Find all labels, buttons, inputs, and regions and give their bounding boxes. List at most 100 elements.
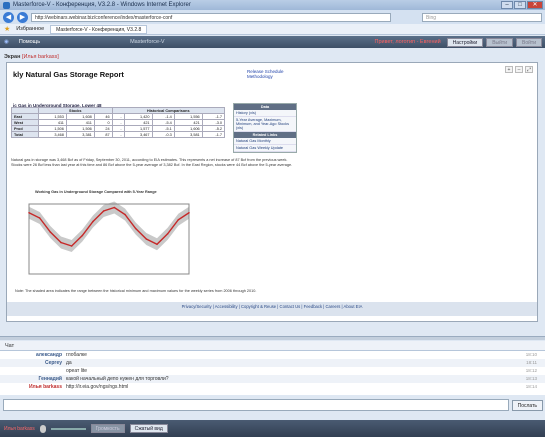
table-cell: - bbox=[111, 131, 125, 138]
storage-table: Stocks Historical Comparisons East 1,553 1,… bbox=[11, 107, 226, 138]
chat-author: александр bbox=[36, 352, 62, 358]
data-point bbox=[38, 217, 41, 219]
fullscreen-icon[interactable]: ⤢ bbox=[525, 66, 533, 73]
compact-view-button[interactable]: Сжатый вид bbox=[129, 424, 168, 433]
chat-input-row: Послать bbox=[3, 398, 543, 412]
chat-message: Илья barkass http://ir.eia.gov/ngs/ngs.ht… bbox=[0, 383, 545, 391]
splitter[interactable] bbox=[0, 336, 545, 340]
status-bar: Илья barkass Громкость Сжатый вид bbox=[0, 420, 545, 437]
title-bar: Masterforce-V - Конференция, V3.2.8 - Wi… bbox=[0, 0, 545, 10]
back-icon[interactable]: ◀ bbox=[3, 11, 14, 23]
window-title: Masterforce-V - Конференция, V3.2.8 - Wi… bbox=[13, 2, 191, 8]
app-brand: Masterforce-V bbox=[130, 39, 165, 45]
table-cell: -1.7 bbox=[201, 131, 226, 138]
presenter-name: [Илья barkass] bbox=[21, 54, 59, 60]
favorites-bar: ★ Избранное Masterforce-V - Конференция,… bbox=[0, 24, 545, 35]
data-point bbox=[166, 232, 169, 235]
screen-label: Экран bbox=[4, 54, 21, 60]
chat-header: Чат bbox=[0, 341, 545, 351]
data-point bbox=[92, 220, 94, 223]
sidebar-item[interactable]: 5-Year Average, Maximum, Minimum, and Ye… bbox=[234, 117, 296, 132]
send-button[interactable]: Послать bbox=[511, 399, 543, 411]
data-point bbox=[156, 243, 158, 246]
table-cell: 3,381 bbox=[65, 131, 95, 138]
table-cell: 3,468 bbox=[37, 131, 67, 138]
chat-time: 18:14 bbox=[525, 384, 537, 389]
data-point bbox=[113, 206, 116, 209]
table-cell: 3,467 bbox=[123, 131, 153, 138]
sidebar-item[interactable]: History (xls) bbox=[234, 110, 296, 117]
enter-button[interactable]: Войти bbox=[516, 37, 542, 47]
maximize-button[interactable]: □ bbox=[514, 1, 526, 9]
volume-slider[interactable] bbox=[50, 427, 86, 430]
settings-button[interactable]: Настройки bbox=[446, 37, 484, 47]
report-paragraph: Natural gas in storage was 3,468 Bcf as … bbox=[11, 158, 293, 167]
exit-button[interactable]: Выйти bbox=[486, 37, 513, 47]
forward-icon[interactable]: ▶ bbox=[17, 11, 28, 23]
chat-author: Геннадий bbox=[38, 376, 62, 382]
status-username: Илья barkass bbox=[4, 425, 35, 432]
volume-button[interactable]: Громкость bbox=[90, 424, 125, 433]
table-cell: Total bbox=[11, 131, 39, 138]
favorites-label[interactable]: Избранное bbox=[16, 26, 44, 32]
url-input[interactable]: http://webinars.webinar.biz/conference/i… bbox=[31, 12, 391, 22]
chat-author: Илья barkass bbox=[28, 384, 62, 390]
data-sidebar: Data History (xls) 5-Year Average, Maxim… bbox=[233, 103, 297, 153]
table-cell: 87 bbox=[93, 131, 113, 138]
chat-time: 18:13 bbox=[525, 376, 537, 381]
report-links: Release Schedule Methodology bbox=[247, 69, 287, 79]
chat-text: да bbox=[66, 360, 72, 366]
method-link[interactable]: Methodology bbox=[247, 74, 287, 79]
data-point bbox=[102, 210, 105, 212]
table-row: Total 3,468 3,381 87-3,467 -0.3 3,581 -1.7 bbox=[11, 131, 226, 138]
help-link[interactable]: Помощь bbox=[19, 39, 40, 45]
sidebar-item[interactable]: Natural Gas Weekly Update bbox=[234, 145, 296, 152]
data-point bbox=[124, 213, 126, 216]
minimize-button[interactable]: – bbox=[501, 1, 513, 9]
chat-messages: александр глобалке 18:10 Сергеу да 18:11 ореат… bbox=[0, 351, 545, 395]
search-input[interactable]: Bing bbox=[422, 12, 542, 22]
user-greeting: Привет, логотип - Евгений bbox=[374, 39, 441, 45]
browser-tab[interactable]: Masterforce-V - Конференция, V3.2.8 bbox=[50, 24, 148, 34]
chart-svg bbox=[28, 201, 190, 275]
chat-text: какой начальный депо нужен для торговли? bbox=[66, 376, 169, 382]
report-footer[interactable]: Privacy/Security | Accessibility | Copyr… bbox=[7, 302, 537, 316]
chat-text: глобалке bbox=[66, 352, 87, 358]
mic-icon[interactable] bbox=[39, 424, 46, 433]
app-toolbar: ◉ Помощь Masterforce-V Привет, логотип -… bbox=[0, 36, 545, 48]
data-point bbox=[81, 234, 84, 237]
chat-author bbox=[0, 367, 66, 375]
storage-chart: Working Gas in Underground Storage Compa… bbox=[15, 190, 195, 286]
table-cell: 3,581 bbox=[173, 131, 203, 138]
report-title: kly Natural Gas Storage Report bbox=[13, 70, 124, 79]
chat-author: Сергеу bbox=[44, 360, 62, 366]
chat-text: http://ir.eia.gov/ngs/ngs.html bbox=[66, 384, 129, 390]
address-bar: ◀ ▶ http://webinars.webinar.biz/conferen… bbox=[0, 10, 545, 24]
star-icon[interactable]: ★ bbox=[4, 25, 10, 33]
screen-header: Экран [Илья barkass] bbox=[4, 54, 59, 60]
zoom-out-icon[interactable]: – bbox=[515, 66, 523, 73]
sidebar-item[interactable]: Natural Gas Monthly bbox=[234, 138, 296, 145]
chat-message: ореат lite 18:12 bbox=[0, 367, 545, 375]
table-cell: -0.3 bbox=[151, 131, 175, 138]
ie-icon bbox=[3, 1, 10, 9]
help-icon[interactable]: ◉ bbox=[4, 39, 9, 45]
chart-title: Working Gas in Underground Storage Compa… bbox=[35, 190, 157, 194]
chat-input[interactable] bbox=[3, 399, 509, 411]
close-button[interactable]: ✕ bbox=[527, 1, 543, 9]
data-point bbox=[134, 227, 137, 230]
data-point bbox=[28, 211, 30, 214]
data-point bbox=[188, 211, 190, 214]
chat-time: 18:12 bbox=[525, 368, 537, 373]
chat-text: ореат lite bbox=[66, 368, 88, 374]
data-point bbox=[60, 241, 62, 244]
chat-message: Сергеу да 18:11 bbox=[0, 359, 545, 367]
chat-message: александр глобалке 18:10 bbox=[0, 351, 545, 359]
data-point bbox=[177, 218, 180, 221]
chat-time: 18:11 bbox=[526, 360, 537, 365]
report-notes: Note: The shaded area indicates the rang… bbox=[15, 289, 257, 293]
data-point bbox=[70, 245, 73, 247]
zoom-in-icon[interactable]: + bbox=[505, 66, 513, 73]
chat-time: 18:10 bbox=[525, 352, 537, 357]
chat-message: Геннадий какой начальный депо нужен для т… bbox=[0, 375, 545, 383]
